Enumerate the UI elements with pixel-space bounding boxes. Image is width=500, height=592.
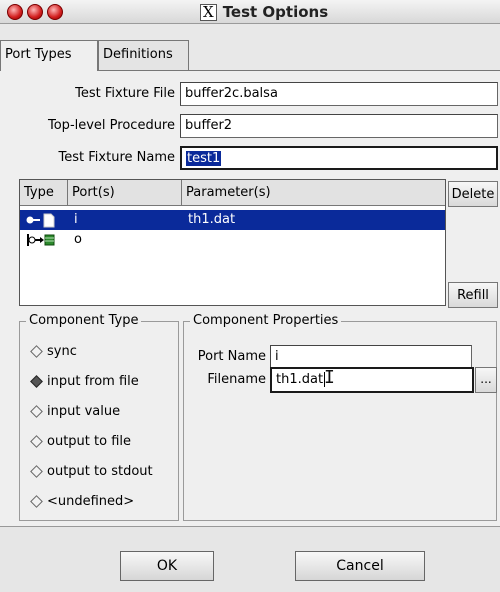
browse-button[interactable]: ... (475, 367, 497, 393)
close-window-button[interactable] (7, 4, 23, 20)
refill-button-label: Refill (457, 288, 489, 303)
test-fixture-name-value: test1 (186, 151, 222, 166)
radio-indicator-icon (30, 345, 43, 358)
test-options-window: X Test Options Port Types Definitions Te… (0, 0, 500, 592)
radio-indicator-icon (30, 495, 43, 508)
radio-label: output to file (47, 434, 131, 449)
port-name-cell: i (74, 212, 78, 227)
filename-value: th1.dat (276, 372, 324, 387)
ports-table-header: Type Port(s) Parameter(s) (20, 180, 445, 206)
refill-button[interactable]: Refill (448, 282, 498, 308)
radio-output-to-stdout[interactable]: output to stdout (30, 464, 153, 479)
radio-input-from-file[interactable]: input from file (30, 374, 139, 389)
radio-input-value[interactable]: input value (30, 404, 121, 419)
column-header-type[interactable]: Type (20, 180, 68, 206)
tab-definitions[interactable]: Definitions (98, 40, 189, 70)
top-level-procedure-input[interactable]: buffer2 (180, 114, 498, 138)
ok-button[interactable]: OK (120, 551, 214, 581)
dialog-button-bar: OK Cancel (0, 526, 500, 592)
test-fixture-name-label: Test Fixture Name (58, 150, 175, 165)
ports-table-row[interactable]: o (20, 230, 445, 250)
component-type-title: Component Type (26, 313, 142, 328)
column-header-ports[interactable]: Port(s) (68, 180, 182, 206)
filename-label: Filename (207, 372, 266, 387)
cancel-button-label: Cancel (336, 558, 384, 574)
component-properties-title: Component Properties (190, 313, 342, 328)
radio-indicator-icon (30, 405, 43, 418)
delete-button-label: Delete (451, 187, 495, 202)
radio-output-to-file[interactable]: output to file (30, 434, 131, 449)
browse-button-label: ... (480, 372, 492, 386)
port-name-value: i (275, 349, 279, 364)
output-port-icon (26, 232, 56, 252)
title-bar[interactable]: X Test Options (0, 0, 500, 24)
radio-label: input value (47, 404, 121, 419)
ok-button-label: OK (156, 558, 178, 574)
radio-undefined[interactable]: <undefined> (30, 494, 135, 509)
test-fixture-file-value: buffer2c.balsa (185, 86, 278, 101)
minimize-window-button[interactable] (27, 4, 43, 20)
ports-table[interactable]: Type Port(s) Parameter(s) i th1.dat o (19, 179, 446, 306)
zoom-window-button[interactable] (47, 4, 63, 20)
cancel-button[interactable]: Cancel (295, 551, 425, 581)
x11-app-icon: X (200, 3, 217, 21)
radio-label: input from file (47, 374, 139, 389)
delete-button[interactable]: Delete (448, 181, 498, 207)
radio-label: sync (47, 344, 77, 359)
component-type-group: Component Type sync input from file inpu… (19, 313, 179, 521)
column-header-parameters[interactable]: Parameter(s) (182, 180, 447, 206)
radio-label: <undefined> (47, 494, 135, 509)
radio-sync[interactable]: sync (30, 344, 77, 359)
radio-indicator-selected-icon (30, 375, 43, 388)
test-fixture-file-label: Test Fixture File (75, 86, 175, 101)
radio-indicator-icon (30, 465, 43, 478)
file-input-icon (26, 212, 56, 232)
port-name-cell: o (74, 232, 82, 247)
tab-definitions-label: Definitions (103, 47, 173, 62)
port-name-input[interactable]: i (270, 345, 472, 369)
tab-port-types-label: Port Types (5, 47, 72, 62)
ibeam-cursor-icon: I (324, 367, 335, 388)
test-fixture-file-input[interactable]: buffer2c.balsa (180, 82, 498, 106)
filename-input[interactable]: th1.dat (270, 367, 474, 393)
port-name-label: Port Name (197, 349, 266, 364)
window-title: Test Options (222, 3, 329, 21)
radio-label: output to stdout (47, 464, 153, 479)
tab-port-types[interactable]: Port Types (0, 40, 98, 71)
top-level-procedure-value: buffer2 (185, 118, 233, 133)
parameter-cell: th1.dat (188, 212, 236, 227)
window-title-group: X Test Options (200, 3, 328, 21)
radio-indicator-icon (30, 435, 43, 448)
ports-table-row[interactable]: i th1.dat (20, 210, 445, 230)
top-level-procedure-label: Top-level Procedure (48, 118, 175, 133)
test-fixture-name-input[interactable]: test1 (180, 146, 498, 170)
